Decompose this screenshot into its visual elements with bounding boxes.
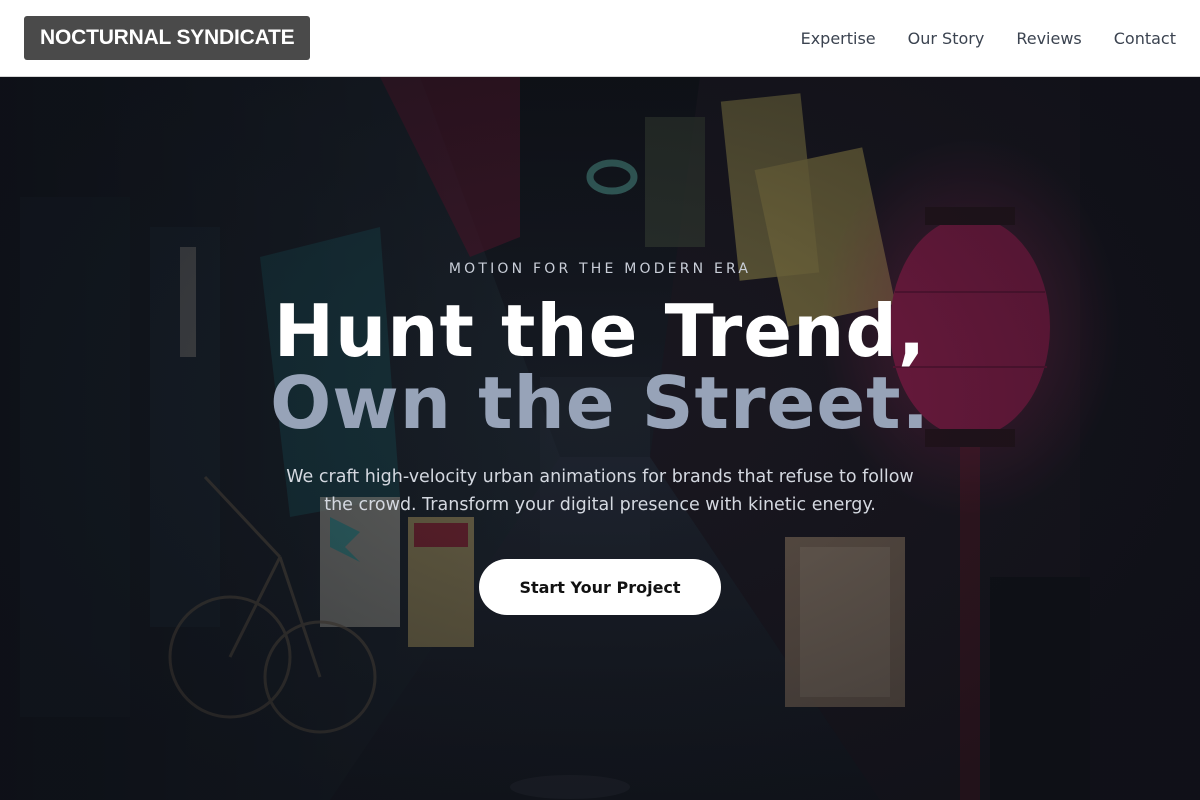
site-header: NOCTURNAL SYNDICATE Expertise Our Story … (0, 0, 1200, 77)
main-nav: Expertise Our Story Reviews Contact (801, 29, 1176, 48)
hero-headline-line2: Own the Street. (270, 361, 930, 445)
start-project-button[interactable]: Start Your Project (479, 559, 721, 615)
hero-eyebrow: MOTION FOR THE MODERN ERA (448, 261, 752, 277)
nav-link-contact[interactable]: Contact (1114, 29, 1176, 48)
hero-subtitle: We craft high-velocity urban animations … (286, 467, 914, 515)
brand-logo[interactable]: NOCTURNAL SYNDICATE (24, 16, 311, 60)
nav-link-expertise[interactable]: Expertise (801, 29, 876, 48)
nav-link-our-story[interactable]: Our Story (908, 29, 985, 48)
hero-section: MOTION FOR THE MODERN ERA Hunt the Trend… (0, 77, 1200, 800)
nav-link-reviews[interactable]: Reviews (1016, 29, 1081, 48)
hero-content: MOTION FOR THE MODERN ERA Hunt the Trend… (0, 77, 1200, 800)
